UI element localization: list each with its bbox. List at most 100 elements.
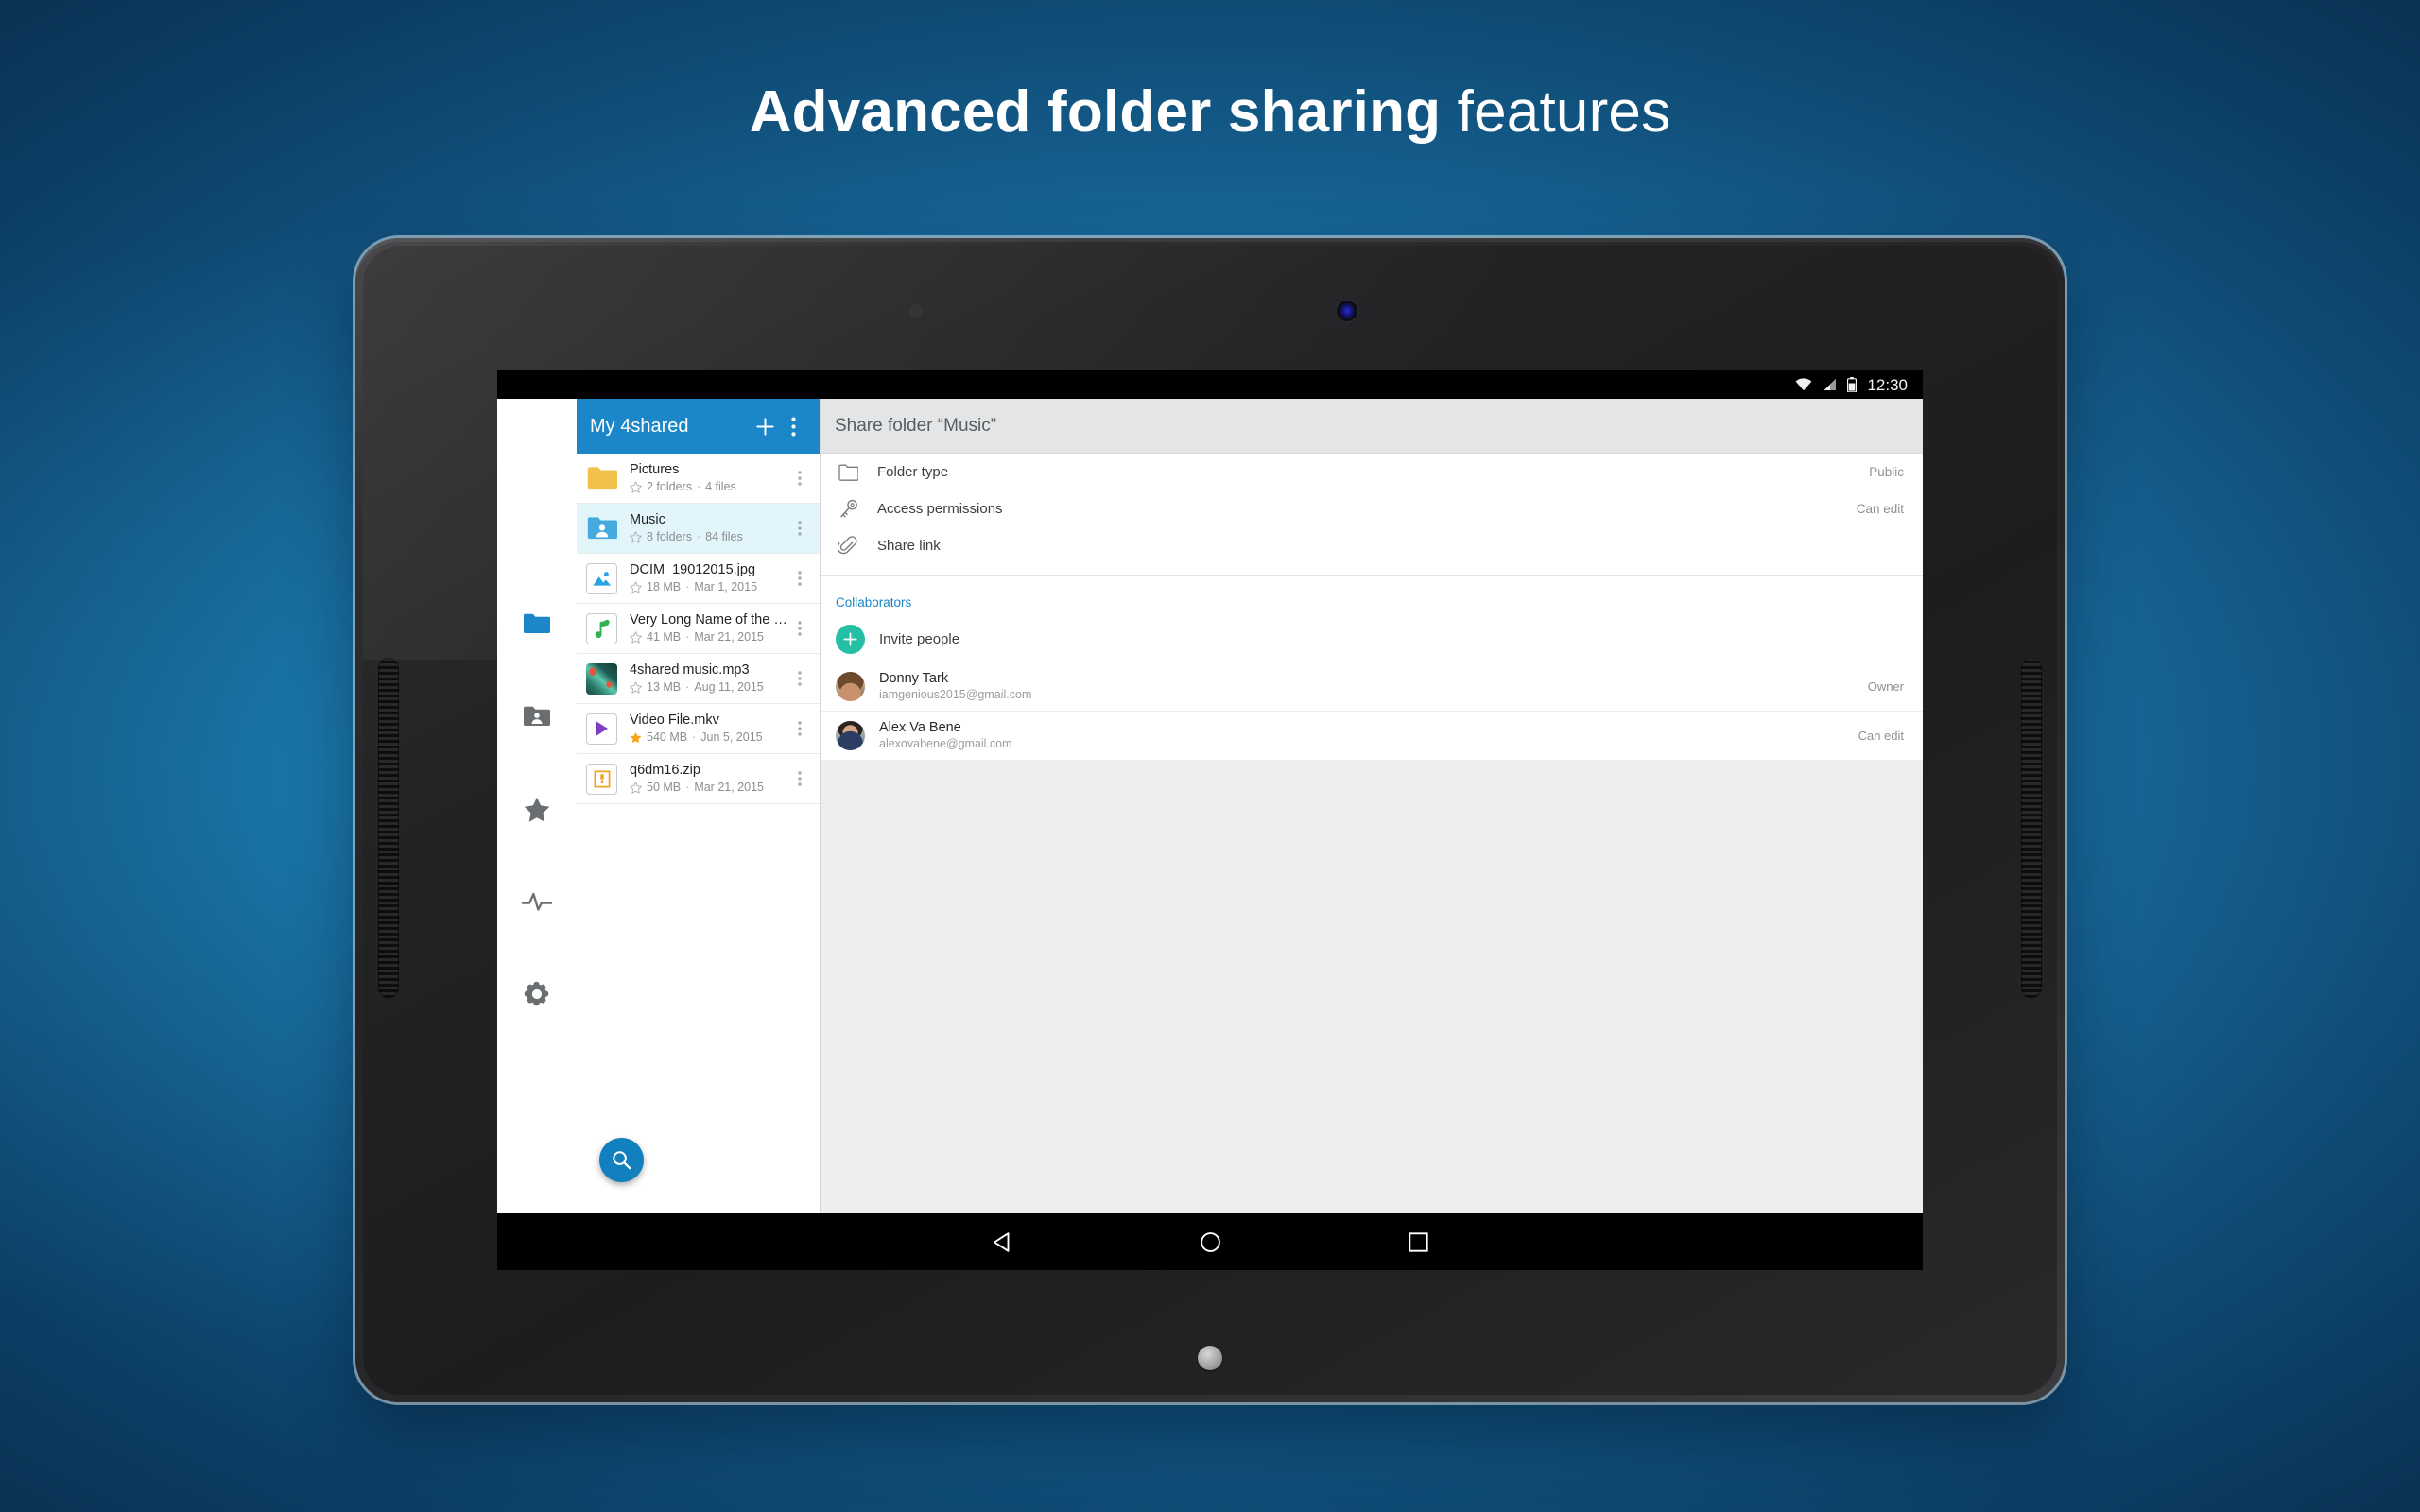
detail-options: Folder type Public Access permissions Ca… [821, 454, 1923, 760]
option-label: Share link [877, 538, 941, 554]
file-thumbnail [586, 562, 617, 594]
overflow-dots-icon [798, 721, 802, 736]
star-icon [524, 797, 550, 822]
list-item[interactable]: DCIM_19012015.jpg 18 MB · Mar 1, 2015 [577, 554, 820, 604]
option-row-folder-type[interactable]: Folder type Public [821, 454, 1923, 490]
file-meta-primary: 540 MB [647, 730, 688, 745]
collaborator-info: Alex Va Bene alexovabene@gmail.com [879, 720, 1858, 751]
overflow-dots-icon [798, 571, 802, 586]
option-label: Access permissions [877, 501, 1003, 517]
file-meta: 540 MB · Jun 5, 2015 [630, 730, 787, 744]
list-item[interactable]: Very Long Name of the F...sx.mp3 41 MB ·… [577, 604, 820, 654]
invite-people-row[interactable]: Invite people [821, 617, 1923, 662]
key-icon [836, 499, 860, 519]
pulse-icon [522, 892, 552, 911]
overflow-dots-icon [790, 417, 796, 436]
overflow-dots-icon [798, 471, 802, 486]
file-info: DCIM_19012015.jpg 18 MB · Mar 1, 2015 [630, 562, 787, 593]
list-item[interactable]: 4shared music.mp3 13 MB · Aug 11, 2015 [577, 654, 820, 704]
option-row-share-link[interactable]: Share link [821, 527, 1923, 564]
file-thumbnail [586, 463, 617, 494]
paperclip-icon [836, 536, 860, 556]
file-info: Pictures 2 folders · 4 files [630, 462, 787, 493]
file-list-header: My 4shared [577, 399, 820, 454]
battery-icon [1847, 377, 1858, 392]
option-value: Public [1869, 465, 1904, 479]
sidebar-item-shared-folders[interactable] [514, 694, 560, 739]
file-name: q6dm16.zip [630, 763, 700, 779]
tablet-bezel: 12:30 My 4shared Pictures 2 folders · 4 … [363, 246, 2057, 1395]
album-art-thumbnail [586, 662, 617, 695]
list-item[interactable]: Pictures 2 folders · 4 files [577, 454, 820, 504]
overflow-menu-button[interactable] [779, 412, 807, 440]
file-meta-primary: 18 MB [647, 580, 682, 594]
star-outline-icon [630, 782, 642, 794]
row-overflow-button[interactable] [787, 621, 812, 636]
file-info: Very Long Name of the F...sx.mp3 41 MB ·… [630, 612, 787, 644]
video-file-icon [586, 713, 617, 745]
add-button[interactable] [751, 412, 779, 440]
file-meta: 18 MB · Mar 1, 2015 [630, 580, 787, 593]
row-overflow-button[interactable] [787, 771, 812, 786]
row-overflow-button[interactable] [787, 471, 812, 486]
list-item[interactable]: Music 8 folders · 84 files [577, 504, 820, 554]
collaborator-email: alexovabene@gmail.com [879, 737, 1012, 751]
file-name: DCIM_19012015.jpg [630, 562, 756, 578]
collaborator-row[interactable]: Donny Tark iamgenious2015@gmail.com Owne… [821, 662, 1923, 711]
shared-folder-icon [524, 706, 550, 726]
home-button[interactable] [1106, 1213, 1314, 1270]
file-name: Video File.mkv [630, 713, 719, 729]
option-label: Folder type [877, 464, 949, 480]
file-meta-secondary: Mar 1, 2015 [694, 580, 758, 594]
app-content: My 4shared Pictures 2 folders · 4 files … [497, 399, 1923, 1213]
file-meta-secondary: Mar 21, 2015 [694, 630, 764, 644]
meta-separator: · [685, 680, 690, 695]
file-meta-secondary: 4 files [705, 480, 736, 494]
file-meta: 8 folders · 84 files [630, 530, 787, 543]
sidebar-item-settings[interactable] [514, 971, 560, 1017]
file-meta: 2 folders · 4 files [630, 480, 787, 493]
file-name: 4shared music.mp3 [630, 662, 750, 679]
back-button[interactable] [898, 1213, 1106, 1270]
file-meta: 41 MB · Mar 21, 2015 [630, 630, 787, 644]
file-list-items: Pictures 2 folders · 4 files Music 8 fol… [577, 454, 820, 1213]
meta-separator: · [696, 480, 701, 494]
search-fab-button[interactable] [599, 1138, 644, 1182]
recents-icon [1408, 1231, 1428, 1252]
collaborator-row[interactable]: Alex Va Bene alexovabene@gmail.com Can e… [821, 711, 1923, 760]
image-file-icon [586, 562, 617, 594]
collaborator-name: Donny Tark [879, 670, 949, 686]
file-meta-secondary: Aug 11, 2015 [694, 680, 764, 695]
recents-button[interactable] [1314, 1213, 1522, 1270]
headline-light: features [1457, 79, 1671, 145]
row-overflow-button[interactable] [787, 521, 812, 536]
file-meta-primary: 50 MB [647, 781, 682, 795]
row-overflow-button[interactable] [787, 671, 812, 686]
folder-icon [524, 613, 550, 633]
option-row-access-permissions[interactable]: Access permissions Can edit [821, 490, 1923, 527]
file-thumbnail [586, 513, 617, 544]
star-outline-icon [630, 631, 642, 644]
search-icon [613, 1151, 631, 1170]
star-filled-icon [630, 731, 642, 743]
overflow-dots-icon [798, 771, 802, 786]
row-overflow-button[interactable] [787, 571, 812, 586]
sidebar-item-my-files[interactable] [514, 601, 560, 646]
home-button[interactable] [1198, 1346, 1222, 1370]
speaker-grille-right [2021, 658, 2042, 998]
options-spacer [821, 564, 1923, 575]
invite-plus-icon [836, 625, 865, 654]
audio-file-icon [586, 612, 617, 644]
device-screen: 12:30 My 4shared Pictures 2 folders · 4 … [497, 370, 1923, 1270]
status-bar-clock: 12:30 [1867, 375, 1908, 394]
list-item[interactable]: Video File.mkv 540 MB · Jun 5, 2015 [577, 704, 820, 754]
file-meta-secondary: Jun 5, 2015 [700, 730, 763, 745]
file-meta-secondary: Mar 21, 2015 [694, 781, 764, 795]
sidebar-item-favorites[interactable] [514, 786, 560, 832]
row-overflow-button[interactable] [787, 721, 812, 736]
file-meta-primary: 2 folders [647, 480, 692, 494]
sidebar-item-activity[interactable] [514, 879, 560, 924]
gear-icon [524, 981, 549, 1006]
file-list-title: My 4shared [590, 415, 689, 437]
list-item[interactable]: q6dm16.zip 50 MB · Mar 21, 2015 [577, 754, 820, 804]
